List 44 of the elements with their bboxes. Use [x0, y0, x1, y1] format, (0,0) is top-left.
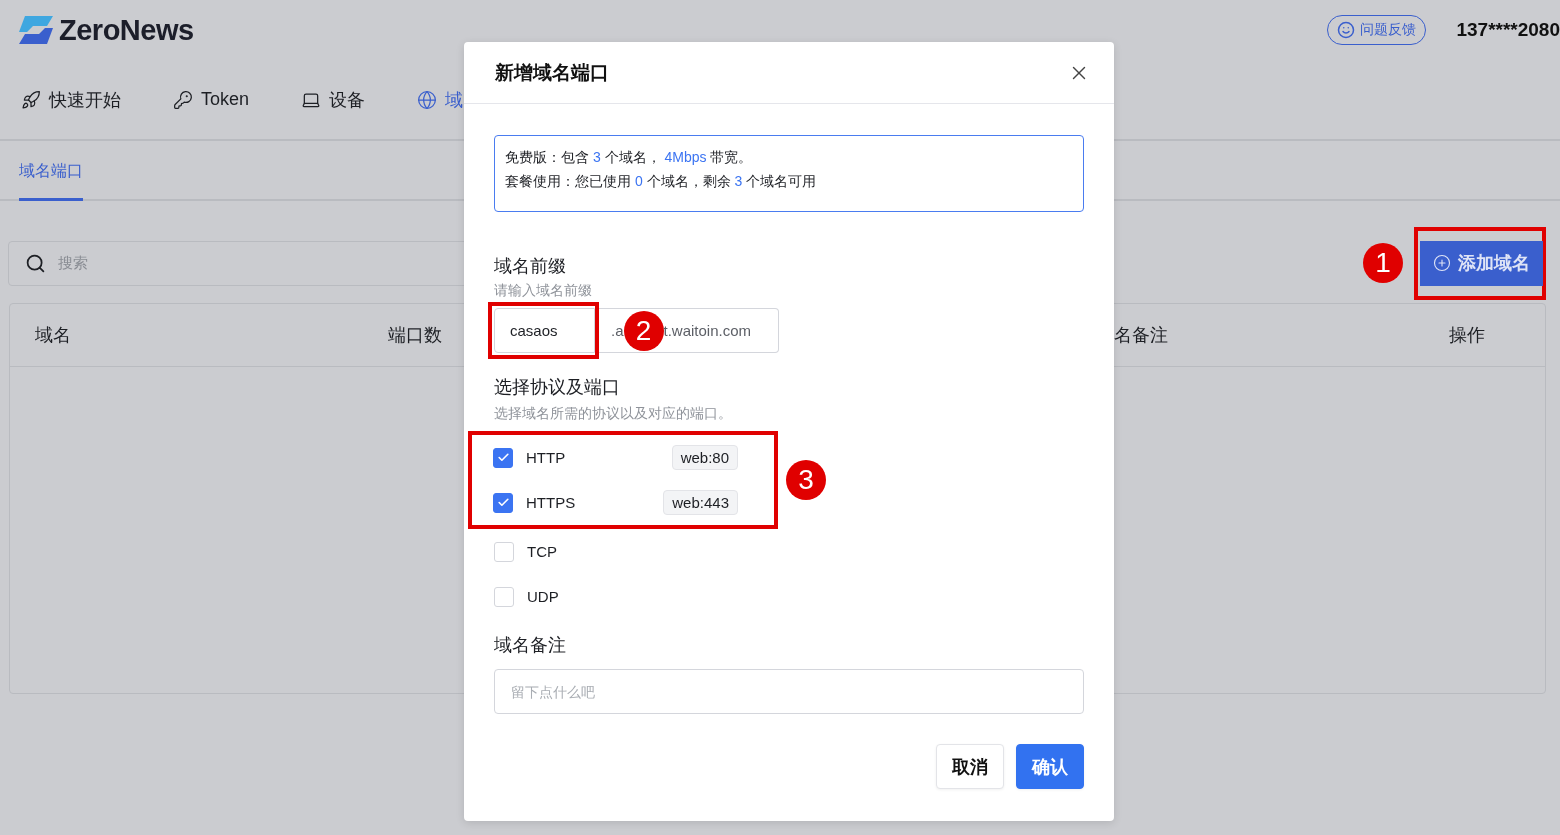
column-header: 操作: [1449, 324, 1485, 347]
suffix-text: .a: [611, 322, 624, 339]
account-number: 137****2080: [1456, 19, 1560, 41]
check-icon: [496, 451, 510, 464]
confirm-button[interactable]: 确认: [1016, 744, 1084, 789]
prefix-input[interactable]: casaos: [494, 308, 595, 353]
field-hint: 选择域名所需的协议以及对应的端口。: [494, 405, 733, 423]
protocol-label: TCP: [527, 543, 557, 560]
globe-icon: [417, 89, 438, 110]
checkbox[interactable]: [493, 447, 513, 468]
logo-icon: [19, 16, 53, 44]
plan-info-text: 套餐使用：您已使用 0 个域名，剩余 3 个域名可用: [505, 173, 818, 191]
nav-tab[interactable]: 快速开始: [21, 87, 121, 112]
plus-icon: [1433, 254, 1451, 272]
protocol-label: HTTP: [526, 449, 566, 466]
field-label: 选择协议及端口: [494, 376, 621, 399]
checkbox[interactable]: [493, 492, 513, 513]
note-input[interactable]: 留下点什么吧: [494, 669, 1084, 714]
nav-tab[interactable]: Token: [173, 89, 250, 110]
smile-icon: [1337, 21, 1356, 39]
nav-tab[interactable]: 域: [417, 87, 464, 112]
field-label: 域名备注: [494, 634, 567, 657]
callout-marker: 1: [1363, 243, 1403, 283]
column-header: 端口数: [388, 324, 442, 347]
add-domain-button[interactable]: 添加域名: [1420, 240, 1543, 286]
key-icon: [173, 89, 193, 110]
logo-text: ZeroNews: [59, 13, 194, 47]
rocket-icon: [21, 89, 41, 110]
callout-marker: 2: [623, 310, 664, 351]
callout-marker: 3: [786, 460, 826, 500]
nav-tab[interactable]: 设备: [301, 87, 366, 112]
protocol-label: UDP: [527, 588, 559, 605]
port-tag: web:443: [663, 490, 738, 515]
search-icon: [25, 252, 46, 274]
plan-info-text: 免费版：包含 3 个域名， 4Mbps 带宽。: [505, 149, 754, 167]
check-icon: [496, 496, 510, 509]
cancel-button[interactable]: 取消: [936, 744, 1004, 789]
search-placeholder: 搜索: [58, 253, 88, 273]
port-tag: web:80: [671, 445, 738, 470]
sub-tab[interactable]: 域名端口: [19, 161, 83, 201]
column-header: 域名: [35, 324, 71, 347]
column-header: 名备注: [1114, 324, 1168, 347]
protocol-label: HTTPS: [526, 494, 576, 511]
dialog-title: 新增域名端口: [495, 60, 609, 85]
